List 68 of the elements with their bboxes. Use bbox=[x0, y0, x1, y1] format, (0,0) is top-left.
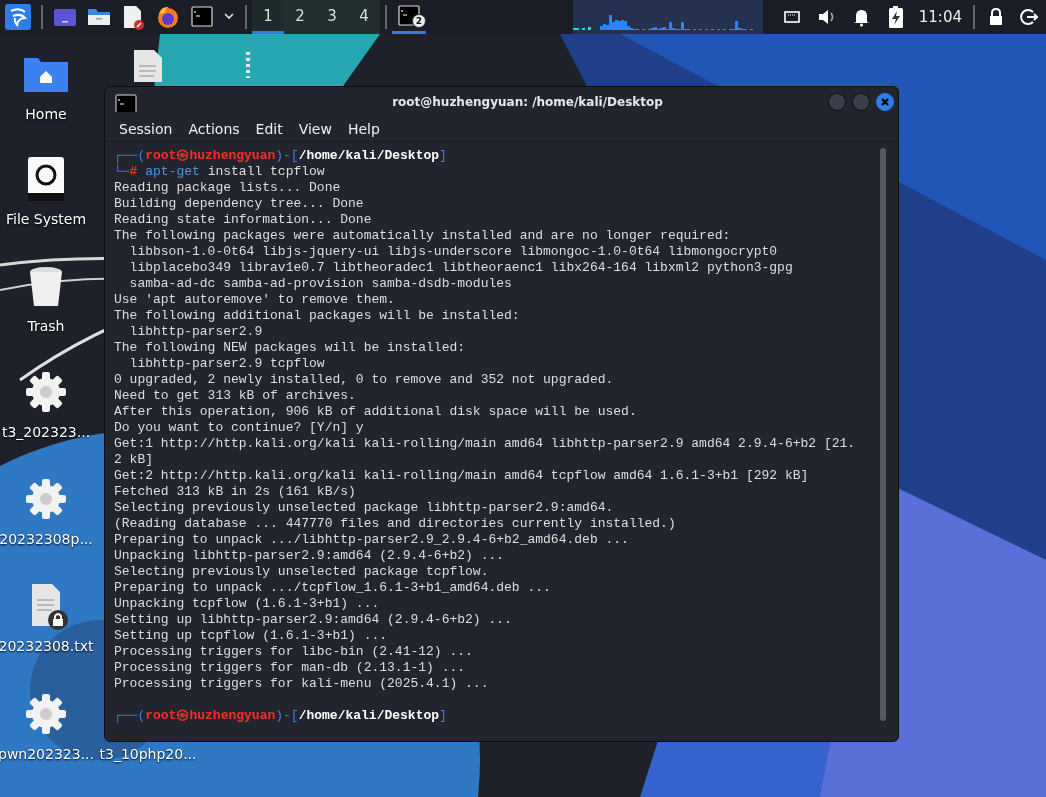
terminal-line: The following additional packages will be installed: bbox=[114, 308, 521, 324]
terminal-line: The following NEW packages will be installed: bbox=[114, 340, 467, 356]
menu-item[interactable]: Edit bbox=[249, 121, 289, 137]
workspace-tab[interactable]: 1 bbox=[252, 0, 284, 34]
terminal-line: Selecting previously unselected package libhttp-parser2.9:amd64. bbox=[114, 500, 615, 516]
battery-icon[interactable] bbox=[887, 5, 904, 29]
menu-item[interactable]: Session bbox=[113, 121, 179, 137]
lock-icon[interactable] bbox=[988, 7, 1004, 27]
desktop-icon-label[interactable]: File System bbox=[5, 211, 87, 227]
terminal-line: 0 upgraded, 2 newly installed, 0 to remove and 352 not upgraded. bbox=[114, 372, 615, 388]
scrollbar[interactable] bbox=[880, 148, 886, 721]
terminal-line: (Reading database ... 447770 files and directories currently installed.) bbox=[114, 516, 677, 532]
clock[interactable]: 11:04 bbox=[912, 8, 968, 26]
desktop-icon-label[interactable]: 20232308.txt bbox=[0, 638, 94, 654]
terminal-line: Get:2 http://http.kali.org/kali kali-rolling/main amd64 tcpflow amd64 1.6.1-3+b1 [292 kB] bbox=[114, 468, 810, 484]
terminal-line: Get:1 http://http.kali.org/kali kali-rolling/main amd64 libhttp-parser2.9 amd64 2.9.4-6+b2 [21. bbox=[114, 436, 857, 452]
prompt-line: ┌──(root㉿huzhengyuan)-[/home/kali/Desktop] bbox=[114, 708, 448, 724]
terminal-icon[interactable] bbox=[191, 4, 213, 30]
desktop-icon-label[interactable]: pwn202323... bbox=[0, 746, 94, 762]
menu-item[interactable]: View bbox=[292, 121, 338, 137]
menu-item[interactable]: Actions bbox=[182, 121, 246, 137]
terminal-line: Processing triggers for man-db (2.13.1-1) ... bbox=[114, 660, 467, 676]
terminal-line: Setting up libhttp-parser2.9:amd64 (2.9.4-6+b2) ... bbox=[114, 612, 513, 628]
close-button[interactable] bbox=[876, 93, 894, 111]
prompt-line: ┌──(root㉿huzhengyuan)-[/home/kali/Desktop] bbox=[114, 148, 448, 164]
window-count-badge: 2 bbox=[412, 14, 426, 28]
desktop-icon-label[interactable]: Home bbox=[25, 106, 67, 122]
desktop-icon-label[interactable]: 20232308p... bbox=[0, 531, 93, 547]
window-title: root@huzhengyuan: /home/kali/Desktop bbox=[391, 95, 664, 109]
terminal-line: Reading state information... Done bbox=[114, 212, 373, 228]
workspace-tab[interactable]: 2 bbox=[284, 0, 316, 34]
desktop-icon-label[interactable]: t3_202323... bbox=[1, 424, 91, 440]
terminal-line: Unpacking libhttp-parser2.9:amd64 (2.9.4-6+b2) ... bbox=[114, 548, 506, 564]
terminal-line: Need to get 313 kB of archives. bbox=[114, 388, 357, 404]
kali-menu-icon[interactable] bbox=[5, 4, 31, 30]
menu-item[interactable]: Help bbox=[341, 121, 386, 137]
terminal-line: libbson-1.0-0t64 libjs-jquery-ui libjs-underscore libmongoc-1.0-0t64 libmongocrypt0 bbox=[128, 244, 779, 260]
terminal-line: Fetched 313 kB in 2s (161 kB/s) bbox=[114, 484, 357, 500]
terminal-line: Use 'apt autoremove' to remove them. bbox=[114, 292, 396, 308]
terminal-icon bbox=[115, 92, 137, 112]
terminal-line: libhttp-parser2.9 bbox=[128, 324, 264, 340]
terminal-line: samba-ad-dc samba-ad-provision samba-dsdb-modules bbox=[128, 276, 513, 292]
text-editor-icon[interactable] bbox=[121, 4, 145, 30]
workspace-tab[interactable]: 4 bbox=[348, 0, 380, 34]
terminal-line: Processing triggers for kali-menu (2025.4.1) ... bbox=[114, 676, 490, 692]
terminal-line: Reading package lists... Done bbox=[114, 180, 342, 196]
terminal-line: The following packages were automatically installed and are no longer required: bbox=[114, 228, 732, 244]
terminal-line: libplacebo349 librav1e0.7 libtheoradec1 libtheoraenc1 libx264-164 libxml2 python3-gpg bbox=[128, 260, 794, 276]
firefox-icon[interactable] bbox=[155, 4, 181, 30]
terminal-line: Unpacking tcpflow (1.6.1-3+b1) ... bbox=[114, 596, 381, 612]
desktop-icon-label[interactable]: Trash bbox=[27, 318, 65, 334]
terminal-line: Preparing to unpack .../libhttp-parser2.9_2.9.4-6+b2_amd64.deb ... bbox=[114, 532, 630, 548]
terminal-line: Setting up tcpflow (1.6.1-3+b1) ... bbox=[114, 628, 389, 644]
terminal-line: Building dependency tree... Done bbox=[114, 196, 365, 212]
terminal-line: libhttp-parser2.9 tcpflow bbox=[128, 356, 326, 372]
close-icon bbox=[879, 96, 891, 108]
terminal-line: Selecting previously unselected package tcpflow. bbox=[114, 564, 490, 580]
command-line: └─# apt-get install tcpflow bbox=[114, 164, 326, 180]
terminal-icon bbox=[398, 2, 420, 29]
terminal-line: 2 kB] bbox=[114, 452, 154, 468]
terminal-line: After this operation, 906 kB of additional disk space will be used. bbox=[114, 404, 638, 420]
terminal-line: Processing triggers for libc-bin (2.41-12) ... bbox=[114, 644, 474, 660]
terminal-line: Preparing to unpack .../tcpflow_1.6.1-3+b1_amd64.deb ... bbox=[114, 580, 552, 596]
task-button[interactable]: 2 bbox=[392, 0, 426, 34]
workspace-tab[interactable]: 3 bbox=[316, 0, 348, 34]
desktop-icon-label[interactable]: t3_10php20... bbox=[99, 746, 197, 762]
terminal-line: Do you want to continue? [Y/n] y bbox=[114, 420, 365, 436]
logout-icon[interactable] bbox=[1020, 7, 1038, 27]
